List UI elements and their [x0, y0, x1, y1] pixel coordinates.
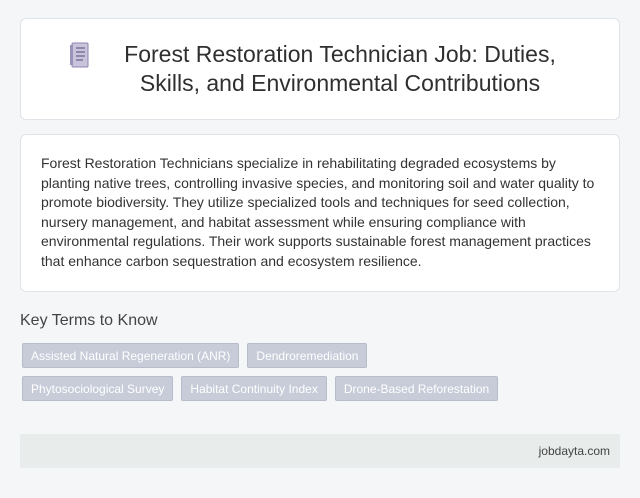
key-term-tag[interactable]: Habitat Continuity Index: [181, 376, 327, 401]
key-terms-list: Assisted Natural Regeneration (ANR) Dend…: [22, 343, 522, 401]
key-terms-heading: Key Terms to Know: [20, 312, 158, 329]
key-term-tag[interactable]: Assisted Natural Regeneration (ANR): [22, 343, 240, 368]
description-text: Forest Restoration Technicians specializ…: [41, 155, 595, 269]
key-term-tag[interactable]: Drone-Based Reforestation: [334, 376, 499, 401]
title-wrap: Forest Restoration Technician Job: Dutie…: [60, 40, 580, 98]
footer-site-link[interactable]: jobdayta.com: [539, 444, 610, 458]
footer: jobdayta.com: [20, 434, 620, 468]
description-card: Forest Restoration Technicians specializ…: [20, 134, 620, 292]
page-title: Forest Restoration Technician Job: Dutie…: [124, 41, 556, 96]
key-term-tag[interactable]: Phytosociological Survey: [22, 376, 174, 401]
key-term-tag[interactable]: Dendroremediation: [247, 343, 368, 368]
document-icon: [60, 40, 100, 70]
title-card: Forest Restoration Technician Job: Dutie…: [20, 18, 620, 120]
